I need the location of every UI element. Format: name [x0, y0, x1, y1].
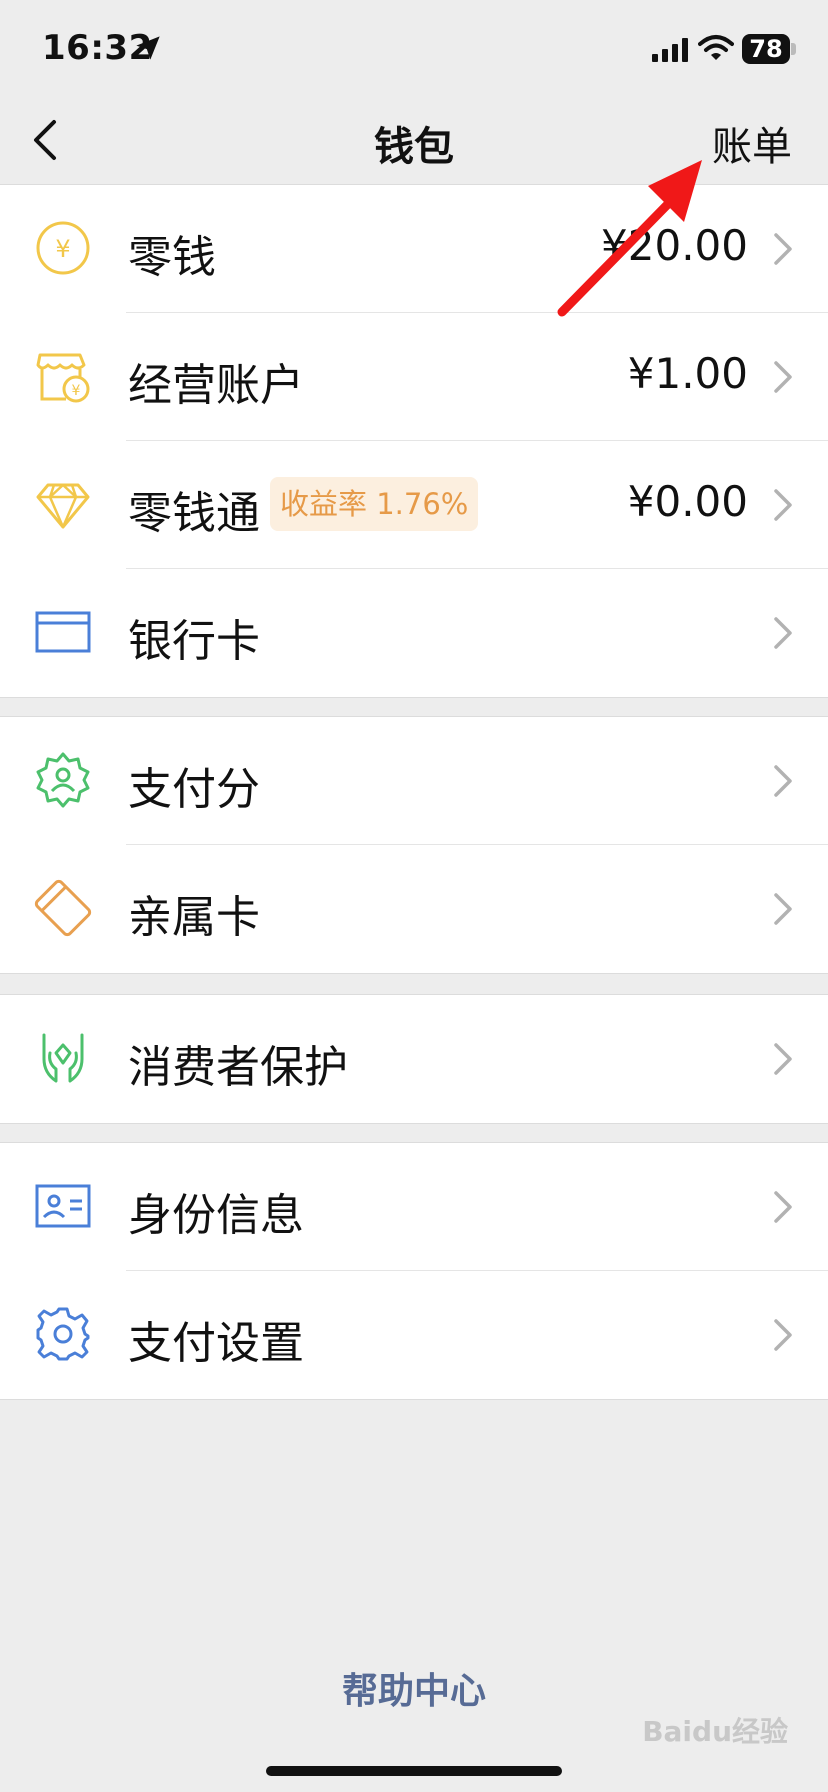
svg-text:¥: ¥	[55, 235, 70, 263]
list-item-lingqiantong[interactable]: 零钱通 收益率 1.76% ¥0.00	[0, 441, 828, 569]
list-item-consumer-protection[interactable]: 消费者保护	[0, 995, 828, 1123]
list-item-bank-card[interactable]: 银行卡	[0, 569, 828, 697]
nav-bar: 钱包 账单	[0, 96, 828, 184]
bank-card-icon	[35, 611, 91, 653]
id-card-icon	[35, 1184, 91, 1228]
pay-score-icon	[36, 752, 90, 808]
consumer-protection-icon	[42, 1033, 84, 1083]
yuan-coin-icon: ¥	[36, 221, 90, 275]
list-item-business-account[interactable]: ¥ 经营账户 ¥1.00	[0, 313, 828, 441]
row-value: ¥20.00	[601, 221, 748, 270]
wifi-icon	[698, 35, 734, 60]
protection-group: 消费者保护	[0, 994, 828, 1124]
chevron-right-icon	[774, 233, 792, 265]
chevron-right-icon	[774, 765, 792, 797]
list-item-identity-info[interactable]: 身份信息	[0, 1143, 828, 1271]
chevron-right-icon	[774, 361, 792, 393]
store-icon: ¥	[36, 353, 90, 403]
row-label: 支付分	[128, 764, 260, 815]
wallet-balance-group: ¥ 零钱 ¥20.00 ¥ 经营账户 ¥1.00 零钱通 收益率 1.76% ¥…	[0, 184, 828, 698]
list-item-payment-settings[interactable]: 支付设置	[0, 1271, 828, 1399]
status-bar: 16:32 78	[0, 0, 828, 96]
row-label: 支付设置	[128, 1318, 304, 1369]
gear-icon	[36, 1307, 90, 1361]
row-label: 身份信息	[128, 1190, 304, 1241]
row-label: 经营账户	[128, 360, 304, 411]
battery-indicator: 78	[742, 34, 790, 64]
services-group: 支付分 亲属卡	[0, 716, 828, 974]
page-title: 钱包	[374, 124, 454, 170]
row-label: 亲属卡	[128, 892, 260, 943]
list-item-change[interactable]: ¥ 零钱 ¥20.00	[0, 185, 828, 313]
chevron-right-icon	[774, 617, 792, 649]
chevron-right-icon	[774, 1319, 792, 1351]
battery-cap	[791, 43, 796, 55]
row-label: 零钱通	[128, 488, 260, 539]
family-card-icon	[34, 879, 92, 937]
row-value: ¥0.00	[627, 477, 748, 526]
battery-level: 78	[749, 35, 783, 63]
row-label: 零钱	[128, 232, 216, 283]
yield-rate-badge: 收益率 1.76%	[270, 477, 479, 531]
chevron-right-icon	[774, 893, 792, 925]
chevron-right-icon	[774, 489, 792, 521]
svg-text:¥: ¥	[72, 383, 81, 399]
diamond-icon	[36, 483, 90, 529]
row-label: 银行卡	[128, 616, 260, 667]
list-item-family-card[interactable]: 亲属卡	[0, 845, 828, 973]
location-arrow-icon	[136, 36, 160, 60]
baidu-watermark: Baidu经验	[642, 1715, 788, 1748]
bill-button[interactable]: 账单	[712, 114, 792, 172]
chevron-right-icon	[774, 1043, 792, 1075]
account-settings-group: 身份信息 支付设置	[0, 1142, 828, 1400]
row-value: ¥1.00	[627, 349, 748, 398]
row-label: 消费者保护	[128, 1042, 348, 1093]
home-indicator	[266, 1766, 562, 1776]
help-center-link[interactable]: 帮助中心	[0, 1662, 828, 1714]
cellular-signal-icon	[652, 38, 688, 62]
chevron-right-icon	[774, 1191, 792, 1223]
list-item-pay-score[interactable]: 支付分	[0, 717, 828, 845]
